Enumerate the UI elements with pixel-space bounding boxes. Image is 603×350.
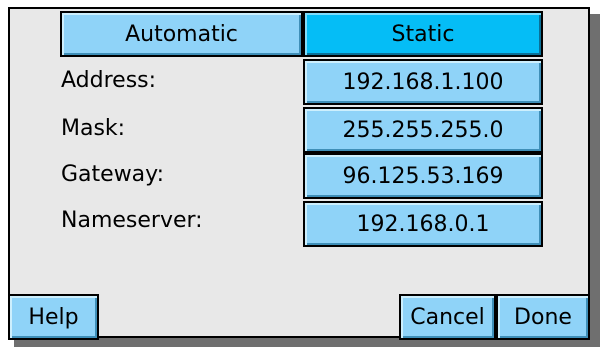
network-settings-dialog: Automatic Static Address: 192.168.1.100 … xyxy=(8,7,590,340)
nameserver-field[interactable]: 192.168.0.1 xyxy=(303,201,543,247)
gateway-field[interactable]: 96.125.53.169 xyxy=(303,153,543,199)
gateway-label: Gateway: xyxy=(61,162,164,187)
done-button[interactable]: Done xyxy=(496,294,590,340)
mask-field[interactable]: 255.255.255.0 xyxy=(303,107,543,153)
help-button[interactable]: Help xyxy=(8,294,99,340)
address-field[interactable]: 192.168.1.100 xyxy=(303,59,543,105)
address-label: Address: xyxy=(61,68,157,93)
nameserver-label: Nameserver: xyxy=(61,208,203,233)
mask-label: Mask: xyxy=(61,116,126,141)
static-mode-button[interactable]: Static xyxy=(303,11,543,57)
cancel-button[interactable]: Cancel xyxy=(399,294,496,340)
automatic-mode-button[interactable]: Automatic xyxy=(60,11,303,57)
